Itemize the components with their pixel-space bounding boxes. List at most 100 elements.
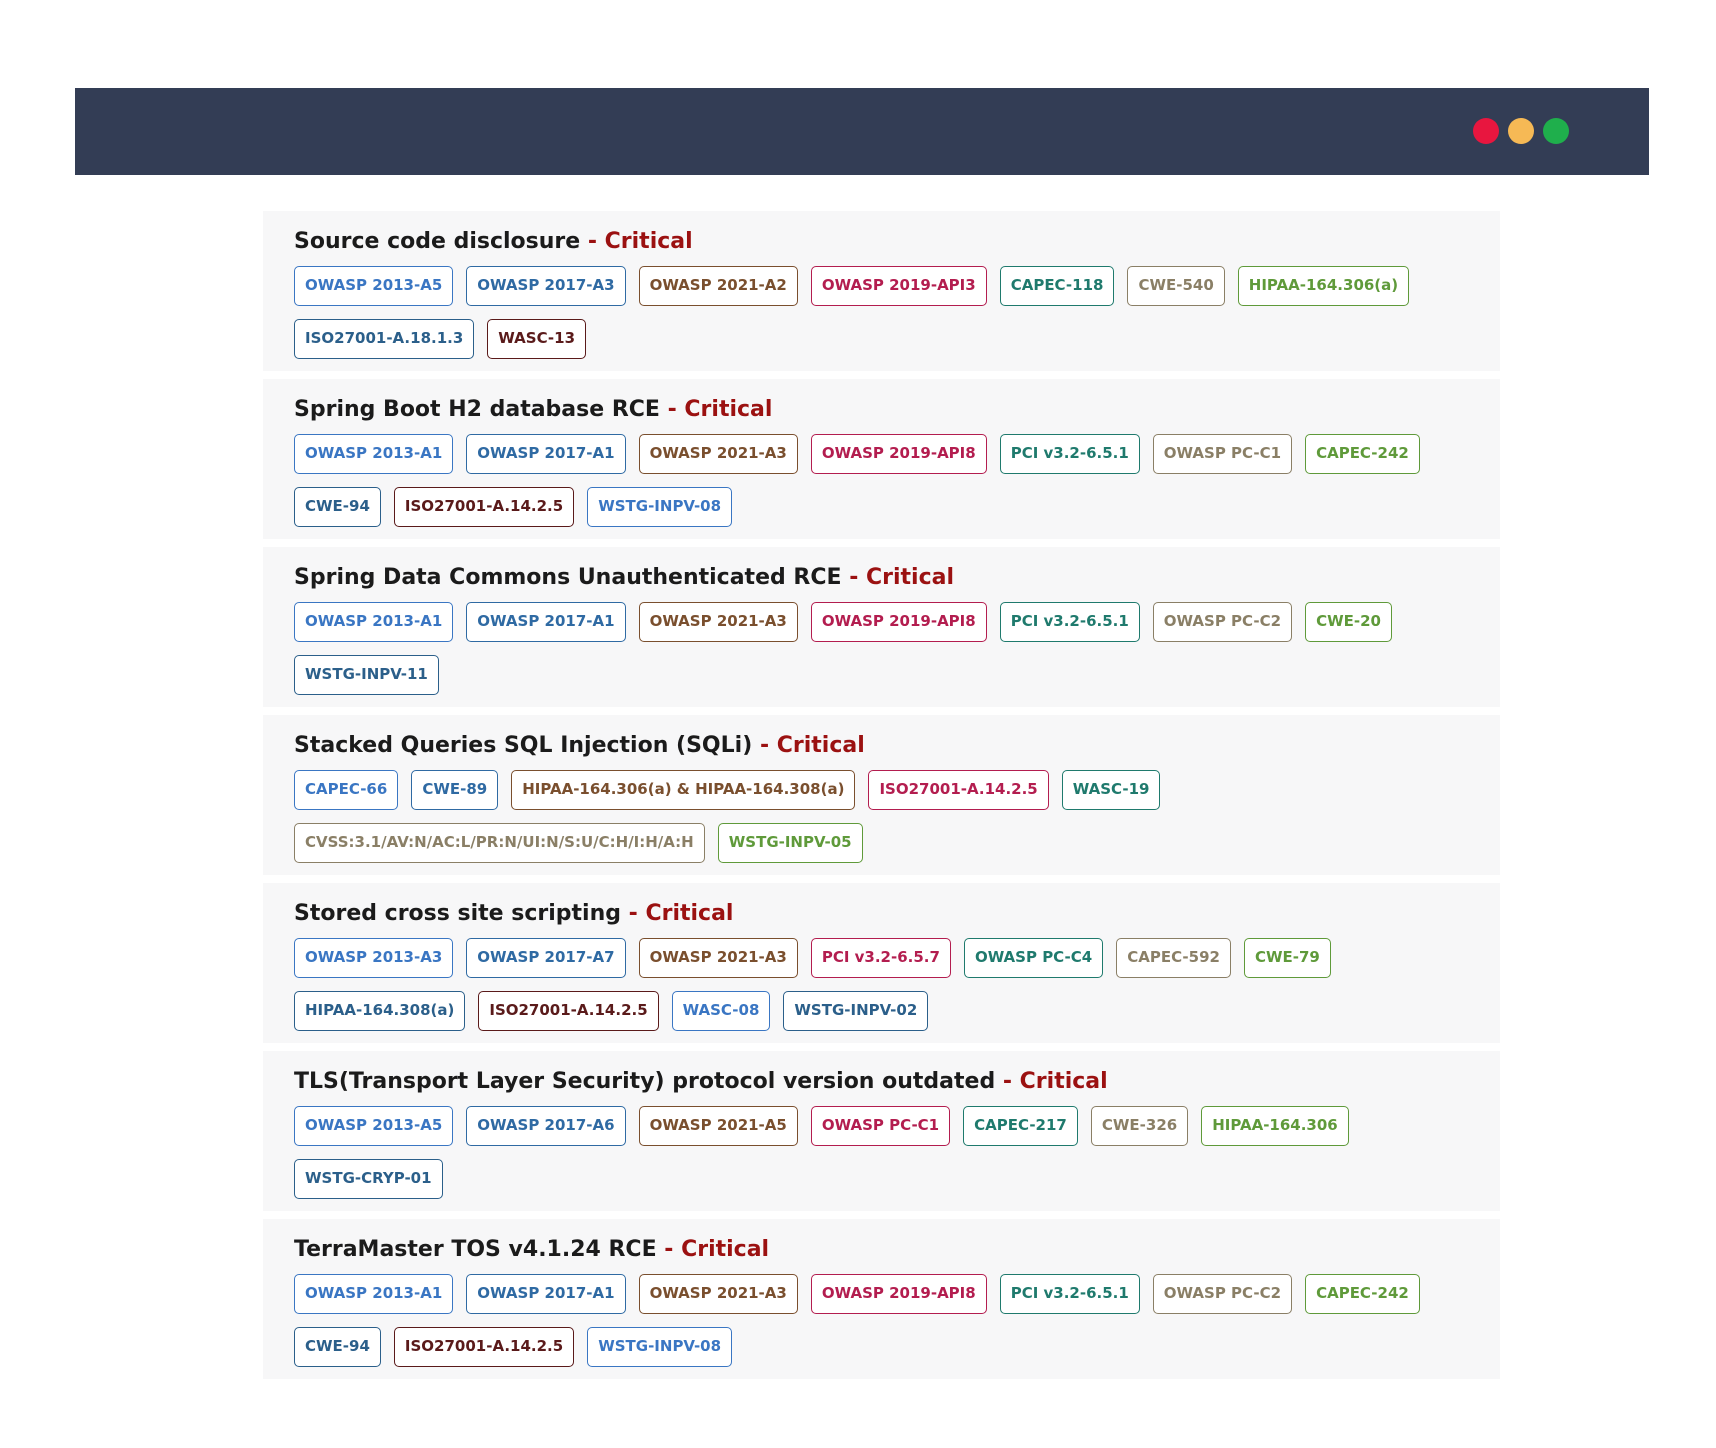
classification-tag[interactable]: WSTG-INPV-08: [587, 487, 733, 527]
classification-tag[interactable]: ISO27001-A.14.2.5: [393, 1327, 575, 1367]
classification-tag[interactable]: PCI v3.2-6.5.1: [999, 434, 1140, 474]
classification-tag[interactable]: CWE-20: [1305, 602, 1392, 642]
finding-card: Spring Boot H2 database RCE - Critical OW…: [263, 379, 1500, 539]
classification-tag[interactable]: CAPEC-592: [1116, 938, 1231, 978]
classification-tag[interactable]: OWASP 2017-A7: [466, 938, 626, 978]
classification-tag[interactable]: CAPEC-118: [999, 266, 1115, 306]
severity-label: - Critical: [1002, 1069, 1108, 1094]
finding-name[interactable]: Stacked Queries SQL Injection (SQLi): [294, 733, 752, 758]
classification-tag[interactable]: CWE-89: [411, 770, 499, 810]
severity-label: - Critical: [664, 1237, 770, 1262]
classification-tag[interactable]: OWASP 2019-API8: [810, 434, 987, 474]
classification-tag[interactable]: OWASP 2019-API8: [810, 602, 987, 642]
severity-label: - Critical: [628, 901, 734, 926]
classification-tag[interactable]: PCI v3.2-6.5.7: [810, 938, 951, 978]
finding-card: Stored cross site scripting - Critical OW…: [263, 883, 1500, 1043]
finding-title[interactable]: Spring Boot H2 database RCE - Critical: [294, 393, 1480, 427]
classification-tag[interactable]: CAPEC-242: [1305, 1274, 1420, 1314]
classification-tag[interactable]: OWASP PC-C1: [1152, 434, 1293, 474]
classification-tag[interactable]: WASC-13: [487, 319, 587, 359]
finding-title[interactable]: TLS(Transport Layer Security) protocol v…: [294, 1065, 1480, 1099]
classification-tag[interactable]: WSTG-INPV-11: [294, 655, 439, 695]
classification-tag[interactable]: OWASP 2013-A1: [294, 602, 454, 642]
finding-name[interactable]: Stored cross site scripting: [294, 901, 621, 926]
severity-label: - Critical: [849, 565, 955, 590]
finding-card: Spring Data Commons Unauthenticated RCE …: [263, 547, 1500, 707]
finding-name[interactable]: TLS(Transport Layer Security) protocol v…: [294, 1069, 995, 1094]
classification-tag[interactable]: OWASP 2021-A3: [638, 602, 798, 642]
classification-tag[interactable]: ISO27001-A.14.2.5: [478, 991, 659, 1031]
classification-tag[interactable]: CAPEC-217: [963, 1106, 1078, 1146]
classification-tag[interactable]: OWASP 2021-A3: [638, 434, 798, 474]
finding-card: TerraMaster TOS v4.1.24 RCE - Critical OW…: [263, 1219, 1500, 1379]
minimize-window-dot-icon[interactable]: [1508, 118, 1534, 144]
finding-name[interactable]: Spring Data Commons Unauthenticated RCE: [294, 565, 842, 590]
classification-tag[interactable]: OWASP 2013-A5: [294, 266, 454, 306]
classification-tag[interactable]: OWASP 2021-A3: [638, 1274, 798, 1314]
classification-tag[interactable]: OWASP PC-C2: [1152, 1274, 1293, 1314]
classification-tag[interactable]: PCI v3.2-6.5.1: [999, 602, 1140, 642]
classification-tag[interactable]: HIPAA-164.306: [1201, 1106, 1349, 1146]
finding-card: Stacked Queries SQL Injection (SQLi) - C…: [263, 715, 1500, 875]
finding-name[interactable]: Spring Boot H2 database RCE: [294, 397, 660, 422]
finding-title[interactable]: TerraMaster TOS v4.1.24 RCE - Critical: [294, 1233, 1480, 1267]
finding-title[interactable]: Source code disclosure - Critical: [294, 225, 1480, 259]
classification-tag[interactable]: CWE-94: [294, 1327, 381, 1367]
classification-tag[interactable]: CVSS:3.1/AV:N/AC:L/PR:N/UI:N/S:U/C:H/I:H…: [294, 823, 705, 863]
finding-title[interactable]: Spring Data Commons Unauthenticated RCE …: [294, 561, 1480, 595]
classification-tag[interactable]: HIPAA-164.306(a): [1237, 266, 1410, 306]
classification-tag[interactable]: OWASP 2017-A3: [466, 266, 626, 306]
classification-tag[interactable]: OWASP PC-C2: [1152, 602, 1293, 642]
classification-tag[interactable]: OWASP 2021-A3: [638, 938, 798, 978]
classification-tag[interactable]: OWASP PC-C1: [810, 1106, 951, 1146]
classification-tag[interactable]: OWASP 2017-A1: [466, 602, 626, 642]
classification-tags: CAPEC-66 CWE-89 HIPAA-164.306(a) & HIPAA-1…: [294, 770, 1480, 863]
classification-tag[interactable]: WSTG-INPV-08: [587, 1327, 733, 1367]
severity-label: - Critical: [587, 229, 693, 254]
classification-tag[interactable]: OWASP 2013-A3: [294, 938, 454, 978]
classification-tag[interactable]: CWE-79: [1243, 938, 1331, 978]
classification-tag[interactable]: PCI v3.2-6.5.1: [999, 1274, 1140, 1314]
classification-tag[interactable]: OWASP 2013-A5: [294, 1106, 454, 1146]
classification-tag[interactable]: CAPEC-66: [294, 770, 399, 810]
classification-tag[interactable]: OWASP 2021-A2: [638, 266, 798, 306]
classification-tag[interactable]: CWE-94: [294, 487, 381, 527]
classification-tag[interactable]: CWE-326: [1090, 1106, 1189, 1146]
classification-tag[interactable]: OWASP 2013-A1: [294, 1274, 454, 1314]
classification-tag[interactable]: OWASP 2017-A1: [466, 434, 626, 474]
classification-tag[interactable]: HIPAA-164.306(a) & HIPAA-164.308(a): [511, 770, 856, 810]
classification-tag[interactable]: OWASP 2013-A1: [294, 434, 454, 474]
classification-tags: OWASP 2013-A1 OWASP 2017-A1 OWASP 2021-A3 O…: [294, 602, 1480, 695]
window-controls: [1473, 118, 1569, 144]
classification-tag[interactable]: OWASP 2017-A1: [466, 1274, 626, 1314]
classification-tag[interactable]: WSTG-INPV-05: [717, 823, 863, 863]
classification-tags: OWASP 2013-A1 OWASP 2017-A1 OWASP 2021-A3 O…: [294, 434, 1480, 527]
severity-label: - Critical: [667, 397, 773, 422]
findings-list: Source code disclosure - Critical OWASP 2…: [263, 211, 1500, 1387]
classification-tag[interactable]: OWASP 2019-API8: [810, 1274, 987, 1314]
classification-tag[interactable]: CAPEC-242: [1305, 434, 1420, 474]
classification-tag[interactable]: ISO27001-A.14.2.5: [393, 487, 575, 527]
classification-tag[interactable]: ISO27001-A.18.1.3: [294, 319, 475, 359]
classification-tag[interactable]: OWASP 2021-A5: [638, 1106, 798, 1146]
finding-title[interactable]: Stored cross site scripting - Critical: [294, 897, 1480, 931]
finding-name[interactable]: Source code disclosure: [294, 229, 580, 254]
classification-tag[interactable]: WSTG-CRYP-01: [294, 1159, 443, 1199]
maximize-window-dot-icon[interactable]: [1543, 118, 1569, 144]
classification-tag[interactable]: HIPAA-164.308(a): [294, 991, 466, 1031]
finding-name[interactable]: TerraMaster TOS v4.1.24 RCE: [294, 1237, 657, 1262]
classification-tag[interactable]: WASC-19: [1061, 770, 1161, 810]
classification-tag[interactable]: OWASP 2019-API3: [810, 266, 987, 306]
severity-label: - Critical: [759, 733, 865, 758]
finding-card: Source code disclosure - Critical OWASP 2…: [263, 211, 1500, 371]
classification-tag[interactable]: OWASP PC-C4: [963, 938, 1104, 978]
classification-tags: OWASP 2013-A5 OWASP 2017-A3 OWASP 2021-A2 O…: [294, 266, 1480, 359]
finding-title[interactable]: Stacked Queries SQL Injection (SQLi) - C…: [294, 729, 1480, 763]
classification-tag[interactable]: WASC-08: [671, 991, 771, 1031]
classification-tag[interactable]: OWASP 2017-A6: [466, 1106, 626, 1146]
classification-tag[interactable]: ISO27001-A.14.2.5: [868, 770, 1049, 810]
classification-tag[interactable]: WSTG-INPV-02: [783, 991, 929, 1031]
classification-tag[interactable]: CWE-540: [1127, 266, 1225, 306]
classification-tags: OWASP 2013-A1 OWASP 2017-A1 OWASP 2021-A3 O…: [294, 1274, 1480, 1367]
close-window-dot-icon[interactable]: [1473, 118, 1499, 144]
